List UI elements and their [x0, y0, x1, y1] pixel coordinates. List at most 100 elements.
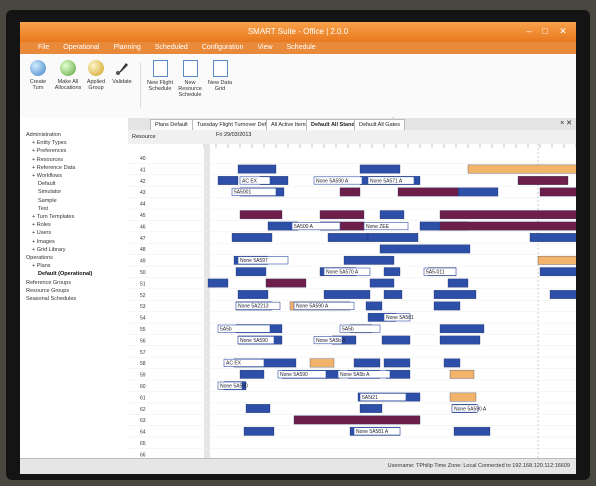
- blue-allocation-bar[interactable]: [381, 335, 411, 345]
- blue-allocation-bar[interactable]: [327, 233, 369, 242]
- blue-allocation-bar[interactable]: [217, 176, 239, 185]
- tree-item[interactable]: + Reference Data: [32, 165, 75, 171]
- bar-label[interactable]: None 5A590 A: [296, 304, 329, 310]
- bar-label[interactable]: None 5A5b A: [316, 338, 346, 344]
- new-resource-schedule-button[interactable]: New Resource Schedule: [176, 60, 204, 98]
- blue-allocation-bar[interactable]: [359, 164, 401, 174]
- blue-allocation-bar[interactable]: [365, 301, 383, 311]
- tree-item[interactable]: Reference Groups: [26, 280, 71, 286]
- blue-allocation-bar[interactable]: [237, 164, 277, 174]
- bar-label[interactable]: 5A5t21: [362, 395, 378, 401]
- tree-item[interactable]: + Plans: [32, 263, 51, 269]
- bar-label[interactable]: None 5A581 A: [356, 429, 389, 435]
- blue-allocation-bar[interactable]: [243, 426, 275, 436]
- tree-item[interactable]: Simulator: [38, 189, 61, 195]
- tree-item[interactable]: Sample: [38, 198, 57, 204]
- menu-scheduled[interactable]: Scheduled: [155, 42, 188, 54]
- blue-allocation-bar[interactable]: [433, 290, 477, 299]
- blue-allocation-bar[interactable]: [245, 404, 271, 413]
- bar-label[interactable]: None 5A590 A: [316, 178, 349, 184]
- blue-allocation-bar[interactable]: [353, 358, 381, 368]
- minimize-button[interactable]: –: [522, 25, 536, 37]
- blue-allocation-bar[interactable]: [433, 301, 461, 311]
- blue-allocation-bar[interactable]: [439, 335, 481, 345]
- blue-allocation-bar[interactable]: [453, 426, 491, 436]
- tree-item[interactable]: + Roles: [32, 222, 51, 228]
- purple-allocation-bar[interactable]: [265, 278, 307, 288]
- bar-label[interactable]: None 5A590: [220, 384, 248, 390]
- blue-allocation-bar[interactable]: [539, 267, 576, 277]
- blue-allocation-bar[interactable]: [323, 290, 371, 299]
- bar-label[interactable]: None 5A590 A: [454, 406, 487, 412]
- tree-item[interactable]: Administration: [26, 132, 61, 138]
- purple-allocation-bar[interactable]: [517, 176, 569, 185]
- tree-item[interactable]: + Preferences: [32, 148, 66, 154]
- bar-label[interactable]: None 5A597: [240, 258, 268, 264]
- tree-item[interactable]: Default (Operational): [38, 271, 92, 277]
- orange-allocation-bar[interactable]: [449, 369, 475, 379]
- bar-label[interactable]: None 5A590: [240, 338, 268, 344]
- blue-allocation-bar[interactable]: [379, 210, 405, 220]
- purple-allocation-bar[interactable]: [439, 221, 576, 231]
- tree-item[interactable]: + Resources: [32, 157, 63, 163]
- purple-allocation-bar[interactable]: [239, 210, 283, 220]
- tree-item[interactable]: Seasonal Schedules: [26, 296, 76, 302]
- tree-item[interactable]: + Workflows: [32, 173, 62, 179]
- close-tab-icon[interactable]: × ✕: [560, 119, 572, 127]
- tree-item[interactable]: Resource Groups: [26, 288, 69, 294]
- tree-item[interactable]: + Grid Library: [32, 247, 65, 253]
- gantt-canvas[interactable]: 40 41 42 43 44 45 46 47 48 49 50 51 52 53 54 55 56 57 58 59…: [128, 130, 576, 458]
- validate-button[interactable]: Validate: [108, 60, 136, 85]
- blue-allocation-bar[interactable]: [383, 358, 411, 368]
- purple-allocation-bar[interactable]: [319, 210, 365, 220]
- tree-item[interactable]: Operations: [26, 255, 53, 261]
- blue-allocation-bar[interactable]: [379, 244, 471, 254]
- stand-schedule-gantt[interactable]: 40 41 42 43 44 45 46 47 48 49 50 51 52 53 54 55 56 57 58 59…: [128, 130, 576, 458]
- menu-schedule[interactable]: Schedule: [287, 42, 316, 54]
- tree-item[interactable]: + Images: [32, 239, 55, 245]
- blue-allocation-bar[interactable]: [239, 369, 265, 379]
- bar-label[interactable]: None 5A570 A: [326, 270, 359, 276]
- bar-label[interactable]: None ZEE: [366, 224, 390, 230]
- close-button[interactable]: ✕: [556, 25, 570, 37]
- blue-allocation-bar[interactable]: [359, 404, 383, 413]
- blue-allocation-bar[interactable]: [447, 278, 469, 288]
- blue-allocation-bar[interactable]: [443, 358, 461, 368]
- orange-allocation-bar[interactable]: [449, 392, 477, 402]
- purple-allocation-bar[interactable]: [293, 415, 421, 425]
- tree-item[interactable]: + Users: [32, 230, 51, 236]
- tree-item[interactable]: + Turn Templates: [32, 214, 74, 220]
- blue-allocation-bar[interactable]: [369, 278, 395, 288]
- blue-allocation-bar[interactable]: [457, 187, 499, 197]
- blue-allocation-bar[interactable]: [439, 324, 485, 334]
- menu-file[interactable]: File: [38, 42, 49, 54]
- bar-label[interactable]: AC EX: [242, 178, 258, 184]
- blue-allocation-bar[interactable]: [549, 290, 576, 299]
- tree-item[interactable]: Default: [38, 181, 55, 187]
- tree-item[interactable]: Test: [38, 206, 48, 212]
- bar-label[interactable]: None 5A581: [386, 315, 414, 321]
- bar-label[interactable]: None 5A571 A: [370, 178, 403, 184]
- maximize-button[interactable]: □: [538, 25, 552, 37]
- blue-allocation-bar[interactable]: [367, 233, 419, 242]
- blue-allocation-bar[interactable]: [529, 233, 576, 242]
- purple-allocation-bar[interactable]: [439, 210, 576, 220]
- bar-label[interactable]: None 5A590: [280, 372, 308, 378]
- tree-item[interactable]: + Entity Types: [32, 140, 67, 146]
- bar-label[interactable]: AC EX: [226, 361, 242, 367]
- orange-allocation-bar[interactable]: [537, 255, 576, 265]
- blue-allocation-bar[interactable]: [237, 290, 269, 299]
- blue-allocation-bar[interactable]: [207, 278, 229, 288]
- orange-allocation-bar[interactable]: [309, 358, 335, 368]
- bar-label[interactable]: None 5A5b A: [340, 372, 370, 378]
- bar-label[interactable]: 5A5b: [342, 327, 354, 333]
- applied-group-button[interactable]: Applied Group: [82, 60, 110, 91]
- new-data-grid-button[interactable]: New Data Grid: [206, 60, 234, 92]
- menu-planning[interactable]: Planning: [113, 42, 140, 54]
- menu-operational[interactable]: Operational: [63, 42, 99, 54]
- blue-allocation-bar[interactable]: [235, 267, 267, 277]
- purple-allocation-bar[interactable]: [339, 187, 361, 197]
- new-flight-schedule-button[interactable]: New Flight Schedule: [146, 60, 174, 92]
- purple-allocation-bar[interactable]: [397, 187, 459, 197]
- blue-allocation-bar[interactable]: [383, 290, 403, 299]
